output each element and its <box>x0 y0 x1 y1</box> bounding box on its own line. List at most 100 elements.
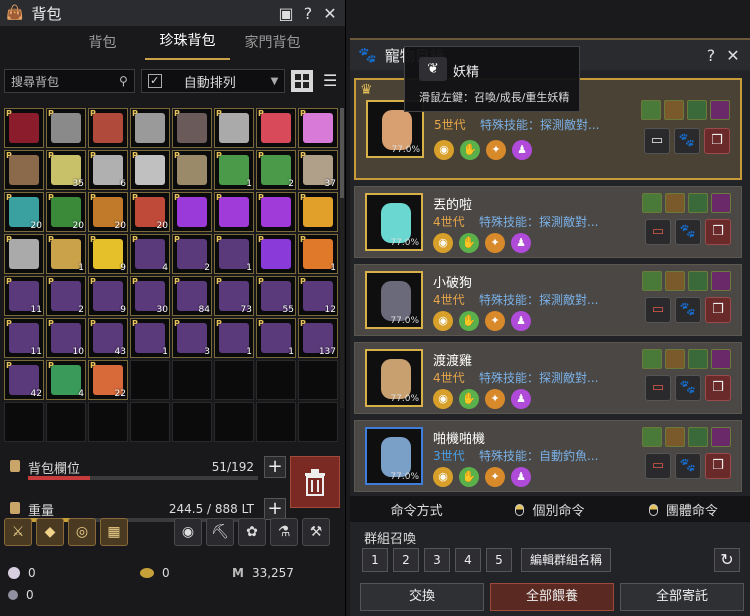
paw-button[interactable]: 🐾 <box>674 128 700 154</box>
inventory-item-slot[interactable]: P1 <box>214 318 254 358</box>
inventory-item-slot[interactable]: P6 <box>88 150 128 190</box>
close-button[interactable]: ✕ <box>321 4 339 23</box>
close-button[interactable]: ✕ <box>724 46 742 65</box>
empty-slot[interactable] <box>46 402 86 442</box>
empty-slot[interactable] <box>88 402 128 442</box>
tab-pearl-bag[interactable]: 珍珠背包 <box>145 30 230 60</box>
autosort-dropdown[interactable]: ✓ 自動排列 ▼ <box>140 69 286 93</box>
inventory-item-slot[interactable]: P 55 <box>256 276 296 316</box>
empty-slot[interactable] <box>4 402 44 442</box>
inventory-item-slot[interactable]: P <box>130 150 170 190</box>
inventory-item-slot[interactable]: P 42 <box>4 360 44 400</box>
pet-card[interactable]: 77.0% 小破狗 4世代 特殊技能：探測敵對... ◉ ✋ ✦ ♟ ▭ 🐾 ❒ <box>354 264 742 336</box>
paw-button[interactable]: 🐾 <box>675 375 701 401</box>
inventory-item-slot[interactable]: P 35 <box>46 150 86 190</box>
edit-group-name-button[interactable]: 編輯群組名稱 <box>521 548 611 572</box>
inventory-item-slot[interactable]: P3 <box>172 318 212 358</box>
inventory-item-slot[interactable]: P <box>4 108 44 148</box>
empty-slot[interactable] <box>172 402 212 442</box>
pet-card[interactable]: 77.0% 渡渡雞 4世代 特殊技能：探測敵對... ◉ ✋ ✦ ♟ ▭ 🐾 ❒ <box>354 342 742 414</box>
feed-bowl-button[interactable]: ▭ <box>644 128 670 154</box>
inventory-item-slot[interactable]: P 20 <box>46 192 86 232</box>
inventory-item-slot[interactable]: P <box>88 108 128 148</box>
pet-card[interactable]: 77.0% 丟的啦 4世代 特殊技能：探測敵對... ◉ ✋ ✦ ♟ ▭ 🐾 ❒ <box>354 186 742 258</box>
triskele-button[interactable]: ✿ <box>238 518 266 546</box>
inventory-item-slot[interactable]: P9 <box>88 234 128 274</box>
inventory-item-slot[interactable]: P 22 <box>88 360 128 400</box>
inventory-item-slot[interactable]: P <box>46 108 86 148</box>
inventory-item-slot[interactable]: P <box>256 234 296 274</box>
empty-slot[interactable] <box>130 402 170 442</box>
inventory-scrollbar[interactable] <box>340 108 344 408</box>
pet-card[interactable]: 77.0% 啪機啪機 3世代 特殊技能：自動釣魚... ◉ ✋ ✦ ♟ ▭ 🐾 ❒ <box>354 420 742 492</box>
trash-button[interactable] <box>290 456 340 508</box>
inventory-item-slot[interactable]: P <box>298 108 338 148</box>
store-all-button[interactable]: 全部寄託 <box>620 583 744 611</box>
inventory-item-slot[interactable]: P4 <box>130 234 170 274</box>
feed-all-button[interactable]: 全部餵養 <box>490 583 614 611</box>
store-pet-button[interactable]: ❒ <box>705 297 731 323</box>
inventory-item-slot[interactable]: P1 <box>130 318 170 358</box>
expand-slots-button[interactable]: + <box>264 456 286 478</box>
inventory-item-slot[interactable]: P 30 <box>130 276 170 316</box>
refresh-button[interactable]: ↻ <box>714 548 740 572</box>
inventory-item-slot[interactable]: P1 <box>214 234 254 274</box>
inventory-item-slot[interactable]: P 11 <box>4 318 44 358</box>
inventory-item-slot[interactable]: P <box>298 192 338 232</box>
inventory-item-slot[interactable]: P <box>4 150 44 190</box>
inventory-item-slot[interactable]: P 43 <box>88 318 128 358</box>
inventory-item-slot[interactable]: P 20 <box>4 192 44 232</box>
store-pet-button[interactable]: ❒ <box>704 128 730 154</box>
search-input[interactable]: 搜尋背包 ⚲ <box>4 69 135 93</box>
inventory-item-slot[interactable]: P1 <box>46 234 86 274</box>
inventory-item-slot[interactable]: P2 <box>46 276 86 316</box>
group-4-button[interactable]: 4 <box>455 548 481 572</box>
paw-button[interactable]: 🐾 <box>675 297 701 323</box>
grid-view-button[interactable] <box>291 70 314 92</box>
group-1-button[interactable]: 1 <box>362 548 388 572</box>
inventory-item-slot[interactable]: P <box>130 108 170 148</box>
empty-slot[interactable] <box>172 360 212 400</box>
feed-bowl-button[interactable]: ▭ <box>645 297 671 323</box>
inventory-item-slot[interactable]: P 137 <box>298 318 338 358</box>
inventory-item-slot[interactable]: P1 <box>298 234 338 274</box>
individual-command-option[interactable]: 個別命令 <box>483 500 616 519</box>
empty-slot[interactable] <box>214 360 254 400</box>
grid-button[interactable]: ▦ <box>100 518 128 546</box>
autosort-checkbox[interactable]: ✓ <box>147 74 162 88</box>
inventory-item-slot[interactable]: P1 <box>214 150 254 190</box>
inventory-item-slot[interactable]: P 20 <box>130 192 170 232</box>
lantern-button[interactable]: ◉ <box>174 518 202 546</box>
inventory-item-slot[interactable]: P2 <box>256 150 296 190</box>
paw-button[interactable]: 🐾 <box>675 219 701 245</box>
inventory-item-slot[interactable]: P <box>172 192 212 232</box>
help-button[interactable]: ? <box>299 4 317 23</box>
inventory-item-slot[interactable]: P2 <box>172 234 212 274</box>
inventory-item-slot[interactable]: P 37 <box>298 150 338 190</box>
empty-slot[interactable] <box>130 360 170 400</box>
store-pet-button[interactable]: ❒ <box>705 375 731 401</box>
inventory-item-slot[interactable]: P <box>172 108 212 148</box>
inventory-item-slot[interactable]: P 10 <box>46 318 86 358</box>
paw-button[interactable]: 🐾 <box>675 453 701 479</box>
hammer-button[interactable]: ⚒ <box>302 518 330 546</box>
help-button[interactable]: ? <box>702 46 720 65</box>
inventory-item-slot[interactable]: P 11 <box>4 276 44 316</box>
store-pet-button[interactable]: ❒ <box>705 453 731 479</box>
feed-bowl-button[interactable]: ▭ <box>645 453 671 479</box>
inventory-item-slot[interactable]: P <box>214 108 254 148</box>
sword-button[interactable]: ⚔ <box>4 518 32 546</box>
empty-slot[interactable] <box>256 360 296 400</box>
empty-slot[interactable] <box>298 402 338 442</box>
inventory-item-slot[interactable]: P 20 <box>88 192 128 232</box>
store-pet-button[interactable]: ❒ <box>705 219 731 245</box>
group-5-button[interactable]: 5 <box>486 548 512 572</box>
tab-family-bag[interactable]: 家門背包 <box>230 32 315 60</box>
inventory-item-slot[interactable]: P1 <box>256 318 296 358</box>
potion-button[interactable]: ⚗ <box>270 518 298 546</box>
swap-button[interactable]: 交換 <box>360 583 484 611</box>
inventory-item-slot[interactable]: P <box>256 192 296 232</box>
feed-bowl-button[interactable]: ▭ <box>645 375 671 401</box>
gem-button[interactable]: ◆ <box>36 518 64 546</box>
empty-slot[interactable] <box>298 360 338 400</box>
